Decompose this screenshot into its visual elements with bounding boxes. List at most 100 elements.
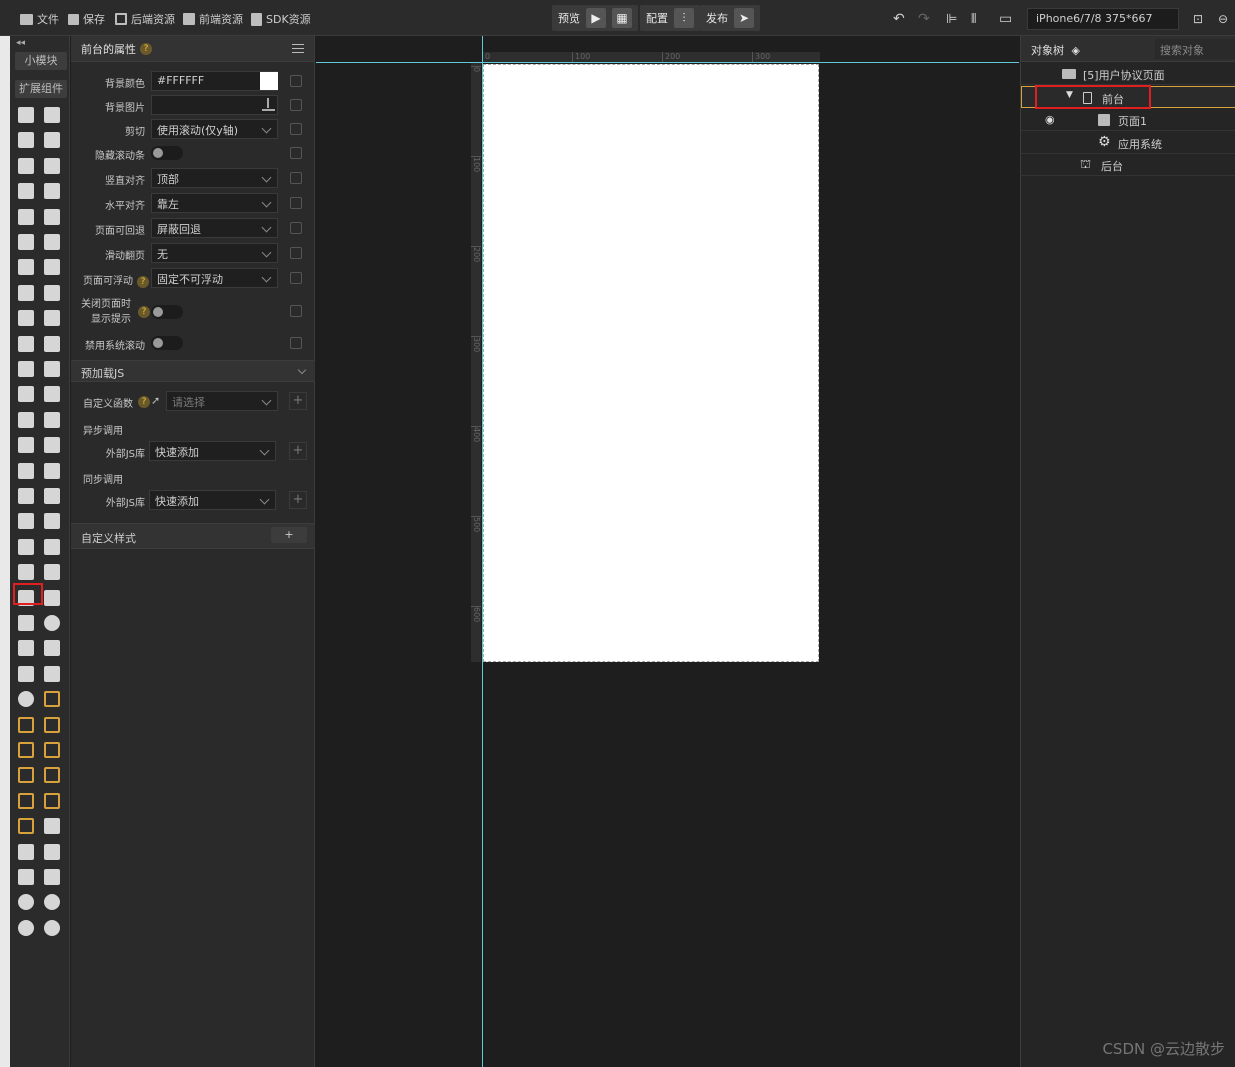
sliders-icon[interactable]: ⫶ bbox=[674, 8, 694, 28]
preload-js-section[interactable]: 预加载JS bbox=[71, 360, 315, 382]
frame-icon[interactable] bbox=[18, 488, 34, 504]
qrcode-preview-icon[interactable]: ▦ bbox=[612, 8, 632, 28]
translate-icon[interactable] bbox=[44, 208, 60, 225]
bind-icon[interactable] bbox=[290, 337, 302, 349]
line-icon[interactable] bbox=[18, 386, 34, 403]
video-icon[interactable] bbox=[44, 259, 60, 276]
device-select[interactable]: iPhone6/7/8 375*667 bbox=[1027, 8, 1179, 30]
hide-scrollbar-toggle[interactable] bbox=[151, 146, 183, 160]
menu-icon[interactable] bbox=[292, 44, 304, 53]
music-icon[interactable] bbox=[18, 259, 34, 276]
upload-icon[interactable] bbox=[262, 98, 275, 111]
preview-label[interactable]: 预览 bbox=[558, 10, 580, 26]
horizontal-guide[interactable] bbox=[316, 62, 1019, 63]
share-icon[interactable] bbox=[18, 615, 34, 631]
slide-icon[interactable] bbox=[18, 411, 34, 428]
calendar-icon[interactable] bbox=[44, 411, 60, 428]
app-icon[interactable] bbox=[44, 869, 60, 885]
live-icon[interactable] bbox=[44, 386, 60, 403]
ppt-icon[interactable] bbox=[18, 335, 34, 352]
form-icon[interactable] bbox=[44, 284, 60, 301]
device-icon[interactable]: ▭ bbox=[999, 10, 1012, 28]
percent-var-icon[interactable] bbox=[44, 716, 60, 733]
add-sync-lib-button[interactable]: + bbox=[289, 491, 307, 509]
api-icon[interactable] bbox=[18, 107, 34, 123]
close-icon[interactable] bbox=[44, 462, 60, 479]
excel-icon[interactable] bbox=[44, 310, 60, 327]
3d-icon[interactable] bbox=[18, 691, 34, 708]
sync-extlib-select[interactable]: 快速添加 bbox=[149, 490, 276, 510]
screenshot-icon[interactable]: ⊡ bbox=[1193, 10, 1203, 28]
help-icon[interactable]: ? bbox=[137, 276, 149, 288]
design-canvas[interactable]: 0 100 200 300 0 100 200 300 400 500 600 bbox=[316, 36, 1019, 1067]
button-icon[interactable] bbox=[44, 234, 60, 250]
async-extlib-select[interactable]: 快速添加 bbox=[149, 441, 276, 461]
custom-func-select[interactable]: 请选择 bbox=[166, 391, 278, 411]
float-select[interactable]: 固定不可浮动 bbox=[151, 268, 278, 288]
bind-icon[interactable] bbox=[290, 123, 302, 135]
pk-icon[interactable] bbox=[44, 538, 60, 555]
grid-var-icon[interactable] bbox=[18, 767, 34, 784]
doc-icon[interactable] bbox=[18, 284, 34, 301]
huawei-icon[interactable] bbox=[44, 818, 60, 835]
if-icon[interactable] bbox=[44, 437, 60, 454]
bind-icon[interactable] bbox=[290, 197, 302, 209]
excel-var-icon[interactable] bbox=[18, 818, 34, 835]
bind-icon[interactable] bbox=[290, 222, 302, 234]
sdk-resources-button[interactable]: SDK资源 bbox=[251, 10, 311, 28]
swipe-select[interactable]: 无 bbox=[151, 243, 278, 263]
send-icon[interactable]: ➤ bbox=[734, 8, 754, 28]
close-tip-toggle[interactable] bbox=[151, 305, 183, 319]
sort-icon[interactable] bbox=[44, 564, 60, 581]
backend-resources-button[interactable]: 后端资源 bbox=[115, 10, 175, 28]
chart-icon[interactable] bbox=[44, 335, 60, 352]
add-func-button[interactable]: + bbox=[289, 392, 307, 410]
list-icon[interactable] bbox=[44, 157, 60, 174]
cursor-icon[interactable]: ➚ bbox=[151, 394, 160, 407]
frontend-resources-button[interactable]: 前端资源 bbox=[183, 10, 243, 28]
tree-icon[interactable] bbox=[44, 589, 60, 606]
redo-icon[interactable]: ↷ bbox=[918, 10, 930, 28]
bg-image-input[interactable] bbox=[151, 95, 278, 115]
text-var-icon[interactable] bbox=[44, 691, 60, 708]
plusminus-icon[interactable] bbox=[18, 361, 34, 377]
publish-label[interactable]: 发布 bbox=[706, 10, 728, 26]
minus-circle-icon[interactable]: ⊖ bbox=[1218, 10, 1228, 28]
search-object-input[interactable]: 搜索对象 bbox=[1155, 39, 1235, 59]
bind-icon[interactable] bbox=[290, 247, 302, 259]
bind-icon[interactable] bbox=[290, 272, 302, 284]
tab-extension[interactable]: 扩展组件 bbox=[15, 80, 67, 98]
image-icon[interactable] bbox=[44, 183, 60, 200]
for-icon[interactable] bbox=[18, 437, 34, 454]
bg-color-input[interactable]: #FFFFFF bbox=[151, 71, 278, 91]
chat-icon[interactable] bbox=[18, 894, 34, 911]
brace-var-icon[interactable] bbox=[44, 767, 60, 784]
badge-icon[interactable] bbox=[18, 564, 34, 581]
add-style-button[interactable]: + bbox=[271, 527, 307, 543]
code-var-icon[interactable] bbox=[44, 792, 60, 809]
number-var-icon[interactable] bbox=[18, 716, 34, 733]
collapse-icon[interactable]: ◂◂ bbox=[16, 38, 25, 48]
mobile-icon[interactable] bbox=[18, 843, 34, 860]
back-select[interactable]: 屏蔽回退 bbox=[151, 218, 278, 238]
slash-icon[interactable] bbox=[44, 919, 60, 936]
align-center-icon[interactable]: ⫴ bbox=[971, 10, 976, 28]
phone-icon[interactable] bbox=[18, 538, 34, 555]
valign-select[interactable]: 顶部 bbox=[151, 168, 278, 188]
tree-node-app-system[interactable]: ⚙ 应用系统 bbox=[1021, 132, 1235, 154]
add-async-lib-button[interactable]: + bbox=[289, 442, 307, 460]
clip-select[interactable]: 使用滚动(仅y轴) bbox=[151, 119, 278, 139]
help-icon[interactable]: ? bbox=[140, 42, 152, 55]
hourglass-icon[interactable] bbox=[18, 640, 34, 657]
flag-icon[interactable] bbox=[44, 640, 60, 657]
3d-rotate-icon[interactable] bbox=[44, 665, 60, 682]
config-label[interactable]: 配置 bbox=[646, 10, 668, 26]
halign-select[interactable]: 靠左 bbox=[151, 193, 278, 213]
export-icon[interactable] bbox=[44, 488, 60, 504]
undo-icon[interactable]: ↶ bbox=[893, 10, 905, 28]
qrcode-icon[interactable] bbox=[44, 361, 60, 377]
word-icon[interactable] bbox=[18, 310, 34, 327]
edit-icon[interactable] bbox=[18, 234, 34, 250]
help-icon[interactable]: ? bbox=[138, 306, 150, 318]
tab-small-module[interactable]: 小模块 bbox=[15, 52, 67, 70]
